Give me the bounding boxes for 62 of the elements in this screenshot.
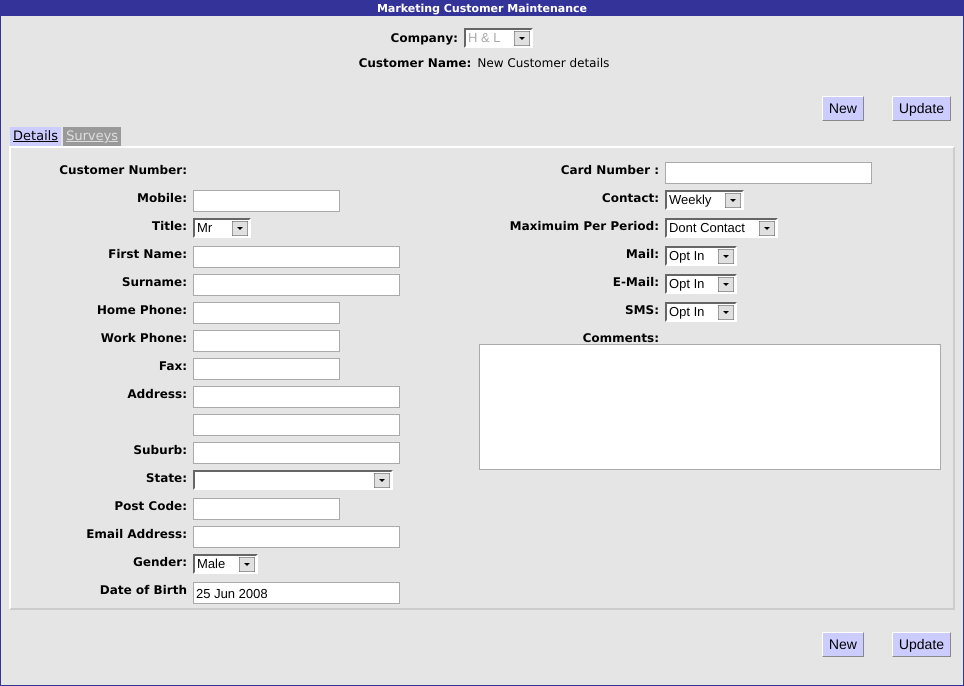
- text-field[interactable]: [193, 414, 400, 436]
- select-field[interactable]: Opt In: [665, 274, 738, 294]
- select-field[interactable]: [193, 470, 393, 490]
- dropdown-arrow-icon: [232, 220, 248, 236]
- field-label: Mail:: [626, 246, 659, 262]
- field-label: Maximuim Per Period:: [510, 218, 659, 234]
- comments-field[interactable]: [479, 344, 941, 470]
- form-button[interactable]: Update: [892, 96, 951, 121]
- dropdown-arrow-icon: [758, 220, 775, 236]
- text-field[interactable]: [193, 386, 400, 408]
- field-label: Title:: [152, 218, 187, 234]
- field-label: Post Code:: [114, 498, 187, 514]
- field-label: Comments:: [582, 330, 659, 346]
- field-label: Work Phone:: [100, 330, 187, 346]
- select-field[interactable]: Dont Contact: [665, 218, 778, 238]
- select-field[interactable]: Opt In: [665, 302, 738, 322]
- form-button[interactable]: Update: [892, 632, 951, 657]
- select-field[interactable]: Weekly: [665, 190, 744, 210]
- select-field[interactable]: Opt In: [665, 246, 738, 266]
- field-label: Fax:: [158, 358, 187, 374]
- customer-name-value: New Customer details: [477, 55, 610, 72]
- tab[interactable]: Details: [10, 127, 62, 146]
- select-field[interactable]: Mr: [193, 218, 251, 238]
- dropdown-arrow-icon: [514, 30, 530, 46]
- field-label: Email Address:: [86, 526, 187, 542]
- field-label: Surname:: [122, 274, 187, 290]
- select-field[interactable]: Male: [193, 554, 258, 574]
- field-label: Card Number :: [560, 162, 659, 178]
- field-label: E-Mail:: [612, 274, 659, 290]
- dropdown-arrow-icon: [718, 276, 734, 292]
- field-label: SMS:: [624, 302, 659, 318]
- field-label: Contact:: [602, 190, 659, 206]
- form-button[interactable]: New: [822, 96, 864, 121]
- form-button[interactable]: New: [822, 632, 864, 657]
- field-label: Date of Birth: [100, 582, 187, 598]
- dropdown-arrow-icon: [718, 304, 734, 320]
- field-label: Gender:: [133, 554, 187, 570]
- field-label: Mobile:: [137, 190, 187, 206]
- field-label: Suburb:: [133, 442, 187, 458]
- dropdown-arrow-icon: [718, 248, 734, 264]
- text-field[interactable]: [665, 162, 872, 184]
- text-field[interactable]: [193, 526, 400, 548]
- text-field[interactable]: [193, 498, 340, 520]
- field-label: Home Phone:: [96, 302, 187, 318]
- text-field[interactable]: [193, 190, 340, 212]
- field-label: First Name:: [108, 246, 187, 262]
- text-field[interactable]: [193, 246, 400, 268]
- field-label: Address:: [127, 386, 187, 402]
- field-label: State:: [146, 470, 187, 486]
- field-label: Company:: [390, 30, 458, 47]
- text-field[interactable]: [193, 302, 340, 324]
- window-title: Marketing Customer Maintenance: [1, 1, 963, 16]
- field-label: Customer Name:: [358, 55, 472, 72]
- text-field[interactable]: [193, 358, 340, 380]
- dropdown-arrow-icon: [374, 472, 390, 488]
- field-label: Customer Number:: [59, 162, 187, 178]
- text-field[interactable]: 25 Jun 2008: [193, 582, 400, 604]
- dropdown-arrow-icon: [239, 556, 256, 572]
- text-field[interactable]: [193, 330, 340, 352]
- text-field[interactable]: [193, 274, 400, 296]
- text-field[interactable]: [193, 442, 400, 464]
- dropdown-arrow-icon: [725, 192, 742, 208]
